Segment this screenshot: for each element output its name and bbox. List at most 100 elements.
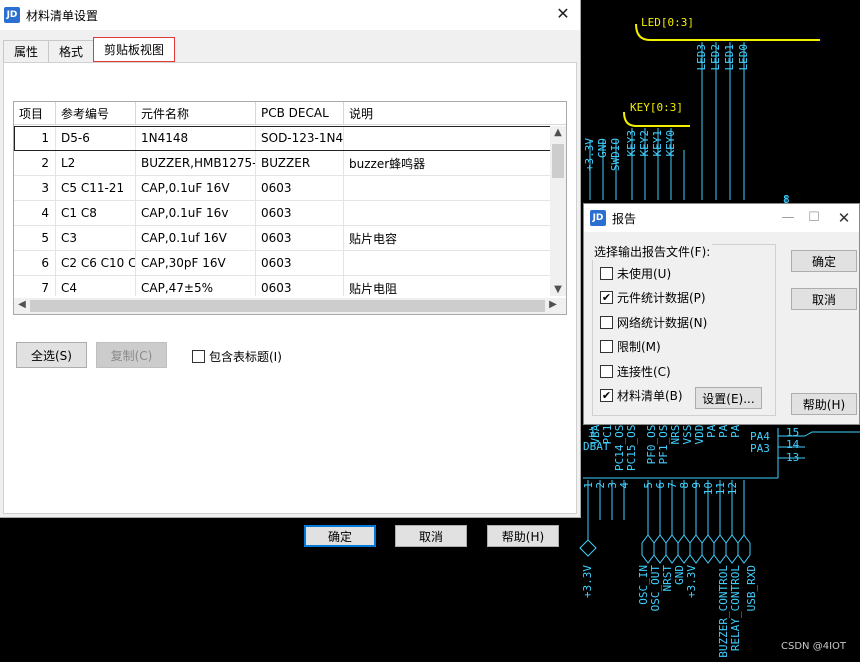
- row-item-cell[interactable]: 5: [14, 226, 56, 250]
- table-row[interactable]: 6 C2 C6 C10 C CAP,30pF 16V 0603: [14, 251, 551, 276]
- row-pcb-decal-cell[interactable]: SOD-123-1N4: [256, 126, 344, 150]
- settings-button[interactable]: 设置(E)...: [695, 387, 762, 409]
- scroll-left-icon[interactable]: ◀: [15, 299, 29, 310]
- led-net-label: LED3: [695, 44, 708, 71]
- row-ref-cell[interactable]: D5-6: [56, 126, 136, 150]
- horizontal-scrollbar[interactable]: ◀ ▶: [14, 298, 566, 314]
- partial-pin-label-dbat: DBAT: [583, 440, 610, 453]
- scroll-up-icon[interactable]: ▲: [551, 127, 565, 138]
- bom-titlebar[interactable]: JD 材料清单设置 ✕: [0, 0, 580, 30]
- checkbox-box[interactable]: [192, 350, 205, 363]
- led-bus-label[interactable]: LED[0:3]: [641, 16, 694, 29]
- row-item-cell[interactable]: 3: [14, 176, 56, 200]
- report-help-button[interactable]: 帮助(H): [791, 393, 857, 415]
- report-option-3[interactable]: 限制(M): [600, 338, 661, 355]
- row-ref-cell[interactable]: C4: [56, 276, 136, 296]
- table-row[interactable]: 5 C3 CAP,0.1uf 16V 0603 贴片电容: [14, 226, 551, 251]
- report-option-0[interactable]: 未使用(U): [600, 265, 671, 282]
- output-files-group-label: 选择输出报告文件(F):: [592, 243, 713, 260]
- vertical-scrollbar[interactable]: ▲ ▼: [550, 126, 566, 296]
- column-header-item[interactable]: 项目: [14, 102, 56, 124]
- row-part-name-cell[interactable]: CAP,0.1uf 16V: [136, 226, 256, 250]
- row-ref-cell[interactable]: C1 C8: [56, 201, 136, 225]
- checkbox-unchecked[interactable]: [600, 267, 613, 280]
- row-item-cell[interactable]: 6: [14, 251, 56, 275]
- checkbox-checked[interactable]: ✔: [600, 389, 613, 402]
- row-part-name-cell[interactable]: BUZZER,HMB1275-: [136, 151, 256, 175]
- row-ref-cell[interactable]: C2 C6 C10 C: [56, 251, 136, 275]
- row-pcb-decal-cell[interactable]: 0603: [256, 176, 344, 200]
- column-header-description[interactable]: 说明: [344, 102, 551, 124]
- key-net-label: KEY3: [625, 130, 638, 157]
- row-description-cell[interactable]: 贴片电容: [344, 226, 551, 250]
- key-bus-label[interactable]: KEY[0:3]: [630, 101, 683, 114]
- row-description-cell[interactable]: [344, 251, 551, 275]
- app-icon: JD: [590, 210, 606, 226]
- grid-body: 1 D5-6 1N4148 SOD-123-1N4 2 L2 BUZZER,HMB1275-…: [14, 126, 551, 296]
- maximize-icon[interactable]: ☐: [805, 209, 823, 227]
- row-part-name-cell[interactable]: CAP,0.1uF 16v: [136, 201, 256, 225]
- row-ref-cell[interactable]: L2: [56, 151, 136, 175]
- row-description-cell[interactable]: 贴片电阻: [344, 276, 551, 296]
- report-option-4[interactable]: 连接性(C): [600, 363, 671, 380]
- help-button[interactable]: 帮助(H): [487, 525, 559, 547]
- scroll-down-icon[interactable]: ▼: [551, 284, 565, 295]
- tab-properties[interactable]: 属性: [3, 40, 50, 62]
- column-header-pcb-decal[interactable]: PCB DECAL: [256, 102, 344, 124]
- grid-header: 项目 参考编号 元件名称 PCB DECAL 说明: [14, 102, 566, 125]
- report-titlebar[interactable]: JD 报告 — ☐ ✕: [584, 204, 859, 232]
- row-description-cell[interactable]: [344, 126, 551, 150]
- horizontal-scroll-thumb[interactable]: [30, 300, 545, 312]
- close-icon[interactable]: ✕: [554, 5, 572, 23]
- column-header-part-name[interactable]: 元件名称: [136, 102, 256, 124]
- table-row[interactable]: 2 L2 BUZZER,HMB1275- BUZZER buzzer蜂鸣器: [14, 151, 551, 176]
- row-pcb-decal-cell[interactable]: 0603: [256, 201, 344, 225]
- row-item-cell[interactable]: 1: [14, 126, 56, 150]
- include-headers-checkbox[interactable]: 包含表标题(I): [192, 348, 282, 365]
- report-option-1[interactable]: ✔ 元件统计数据(P): [600, 289, 706, 306]
- row-pcb-decal-cell[interactable]: 0603: [256, 276, 344, 296]
- row-item-cell[interactable]: 7: [14, 276, 56, 296]
- report-option-5[interactable]: ✔ 材料清单(B): [600, 387, 683, 404]
- row-description-cell[interactable]: [344, 176, 551, 200]
- row-pcb-decal-cell[interactable]: BUZZER: [256, 151, 344, 175]
- row-ref-cell[interactable]: C3: [56, 226, 136, 250]
- report-cancel-button[interactable]: 取消: [791, 288, 857, 310]
- row-item-cell[interactable]: 4: [14, 201, 56, 225]
- row-ref-cell[interactable]: C5 C11-21: [56, 176, 136, 200]
- row-part-name-cell[interactable]: 1N4148: [136, 126, 256, 150]
- copy-button[interactable]: 复制(C): [96, 342, 167, 368]
- ok-button[interactable]: 确定: [304, 525, 376, 547]
- table-row[interactable]: 3 C5 C11-21 CAP,0.1uF 16V 0603: [14, 176, 551, 201]
- row-item-cell[interactable]: 2: [14, 151, 56, 175]
- close-icon[interactable]: ✕: [835, 209, 853, 227]
- report-option-label: 材料清单(B): [617, 389, 683, 403]
- row-part-name-cell[interactable]: CAP,30pF 16V: [136, 251, 256, 275]
- checkbox-unchecked[interactable]: [600, 364, 613, 378]
- row-description-cell[interactable]: buzzer蜂鸣器: [344, 151, 551, 175]
- row-part-name-cell[interactable]: CAP,47±5%: [136, 276, 256, 296]
- bottom-net-label: +3.3V: [581, 565, 594, 599]
- tab-format[interactable]: 格式: [48, 40, 95, 62]
- checkbox-unchecked[interactable]: [600, 315, 613, 329]
- minimize-icon[interactable]: —: [779, 209, 797, 227]
- report-option-2[interactable]: 网络统计数据(N): [600, 314, 707, 331]
- tab-clipboard-view[interactable]: 剪贴板视图: [93, 37, 176, 62]
- row-description-cell[interactable]: [344, 201, 551, 225]
- vertical-scroll-thumb[interactable]: [552, 144, 564, 178]
- report-ok-button[interactable]: 确定: [791, 250, 857, 272]
- scroll-right-icon[interactable]: ▶: [546, 299, 560, 310]
- row-pcb-decal-cell[interactable]: 0603: [256, 226, 344, 250]
- row-pcb-decal-cell[interactable]: 0603: [256, 251, 344, 275]
- table-row[interactable]: 1 D5-6 1N4148 SOD-123-1N4: [14, 126, 551, 151]
- table-row[interactable]: 7 C4 CAP,47±5% 0603 贴片电阻: [14, 276, 551, 296]
- checkbox-checked[interactable]: ✔: [600, 291, 613, 305]
- bom-grid[interactable]: 项目 参考编号 元件名称 PCB DECAL 说明 1 D5-6 1N4148 SOD…: [13, 101, 567, 315]
- cancel-button[interactable]: 取消: [395, 525, 467, 547]
- select-all-button[interactable]: 全选(S): [16, 342, 87, 368]
- checkbox-unchecked[interactable]: [600, 340, 613, 354]
- led-net-label: LED1: [723, 44, 736, 71]
- table-row[interactable]: 4 C1 C8 CAP,0.1uF 16v 0603: [14, 201, 551, 226]
- column-header-ref[interactable]: 参考编号: [56, 102, 136, 124]
- row-part-name-cell[interactable]: CAP,0.1uF 16V: [136, 176, 256, 200]
